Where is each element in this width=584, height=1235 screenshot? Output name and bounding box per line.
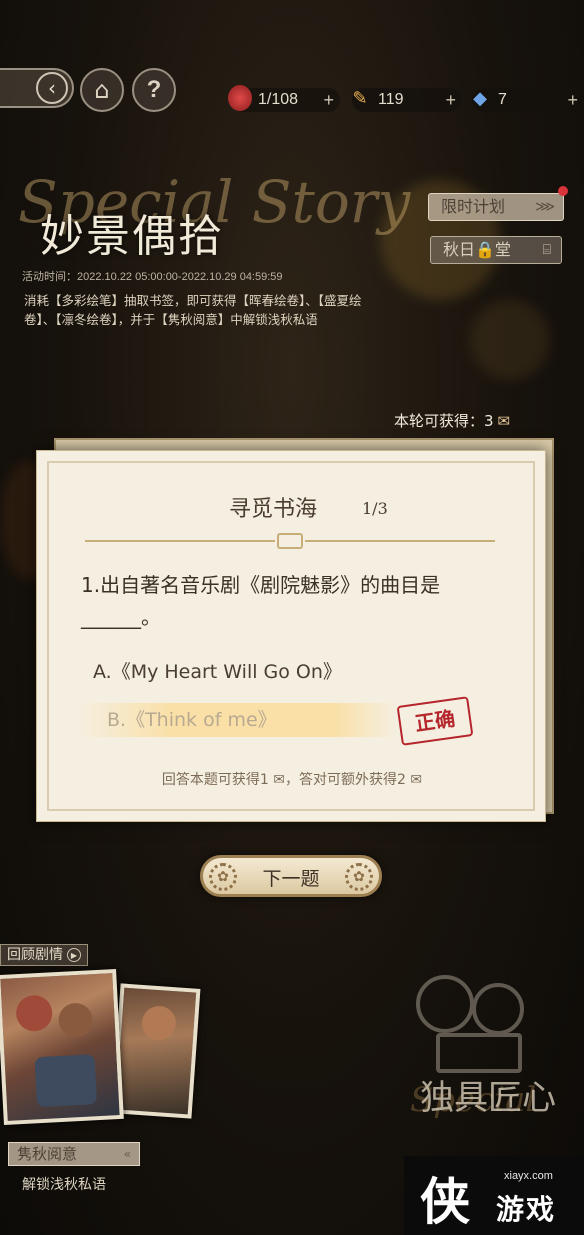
craft-title[interactable]: 独具匠心: [420, 1070, 556, 1119]
add-crystal-button[interactable]: +: [567, 88, 578, 112]
option-b-selected[interactable]: B.《Think of me》: [77, 703, 397, 737]
quiz-question: 1.出自著名音乐剧《剧院魅影》的曲目是______。: [81, 573, 441, 629]
review-story-label: 回顾剧情: [7, 947, 63, 963]
question-icon: ?: [146, 76, 162, 103]
autumn-hall-label: 秋日🔒堂: [443, 240, 511, 259]
option-a[interactable]: A.《My Heart Will Go On》: [93, 655, 393, 689]
home-button[interactable]: ⌂: [80, 68, 124, 112]
correct-stamp: 正确: [396, 696, 474, 746]
help-button[interactable]: ?: [132, 68, 176, 112]
resource-value: 1/108: [258, 91, 299, 108]
event-time: 活动时间：2022.10.22 05:00:00-2022.10.29 04:5…: [22, 271, 283, 283]
back-arrow-icon: ‹: [36, 72, 68, 104]
add-red-gem-button[interactable]: +: [323, 88, 334, 112]
film-projector-icon[interactable]: [410, 975, 550, 1075]
autumn-reading-label: 隽秋阅意: [17, 1145, 78, 1163]
play-icon: ▶: [67, 948, 81, 962]
resource-red-gem: 1/108 +: [228, 85, 340, 112]
watermark-site: xiayx.com: [504, 1170, 553, 1182]
blue-crystal-icon: ◆: [473, 88, 487, 108]
background-light: [470, 300, 550, 380]
resource-value: 7: [498, 91, 507, 108]
story-photo-1[interactable]: [0, 968, 124, 1126]
review-story-button[interactable]: 回顾剧情 ▶: [0, 944, 88, 966]
double-arrow-icon: «: [123, 1147, 131, 1161]
add-brush-button[interactable]: +: [445, 88, 456, 112]
autumn-hall-button[interactable]: 秋日🔒堂 ⌸: [430, 236, 562, 264]
answer-reward-text: 回答本题可获得1 ✉，答对可额外获得2 ✉: [161, 772, 423, 788]
story-photo-2[interactable]: [111, 983, 201, 1119]
gear-icon: ✿: [345, 863, 373, 891]
autumn-reading-button[interactable]: 隽秋阅意 «: [8, 1142, 140, 1166]
quiz-card: 寻觅书海 1/3 1.出自著名音乐剧《剧院魅影》的曲目是______。 A.《M…: [36, 450, 546, 822]
notification-dot: [558, 186, 568, 196]
site-watermark: 侠 xiayx.com 游戏: [404, 1156, 584, 1235]
limited-plan-button[interactable]: 限时计划 ⋙: [428, 193, 564, 221]
red-gem-icon: [228, 85, 252, 111]
round-reward: 本轮可获得：3 ✉: [394, 410, 510, 431]
triple-arrow-icon: ⋙: [535, 199, 555, 215]
unlock-secret-text: 解锁浅秋私语: [22, 1177, 106, 1193]
quiz-page-indicator: 1/3: [362, 499, 388, 518]
limited-plan-label: 限时计划: [441, 197, 506, 216]
home-icon: ⌂: [94, 76, 110, 104]
watermark-logo: 侠: [420, 1172, 470, 1231]
envelope-icon: ✉: [497, 412, 511, 430]
back-button[interactable]: ‹: [0, 68, 74, 108]
quiz-title: 寻觅书海: [229, 497, 318, 522]
resource-brush: ✎ 119 +: [352, 88, 462, 112]
event-description: 消耗【多彩绘笔】抽取书签，即可获得【晖春绘卷】、【盛夏绘卷】、【凛冬绘卷】，并于…: [24, 293, 362, 327]
resource-blue-crystal: ◆ 7 +: [472, 88, 584, 112]
gift-box-icon: ⌸: [542, 242, 551, 258]
resource-value: 119: [378, 91, 404, 108]
ornament-divider: [85, 533, 495, 549]
top-bar: ‹ ⌂ ? 1/108 + ✎ 119 + ◆ 7 +: [0, 62, 584, 118]
round-reward-label: 本轮可获得：3: [394, 412, 494, 430]
event-title: 妙景偶拾: [40, 211, 224, 262]
brush-icon: ✎: [352, 88, 368, 108]
next-question-button[interactable]: ✿ 下一题 ✿: [200, 855, 382, 897]
watermark-name: 游戏: [496, 1193, 557, 1226]
